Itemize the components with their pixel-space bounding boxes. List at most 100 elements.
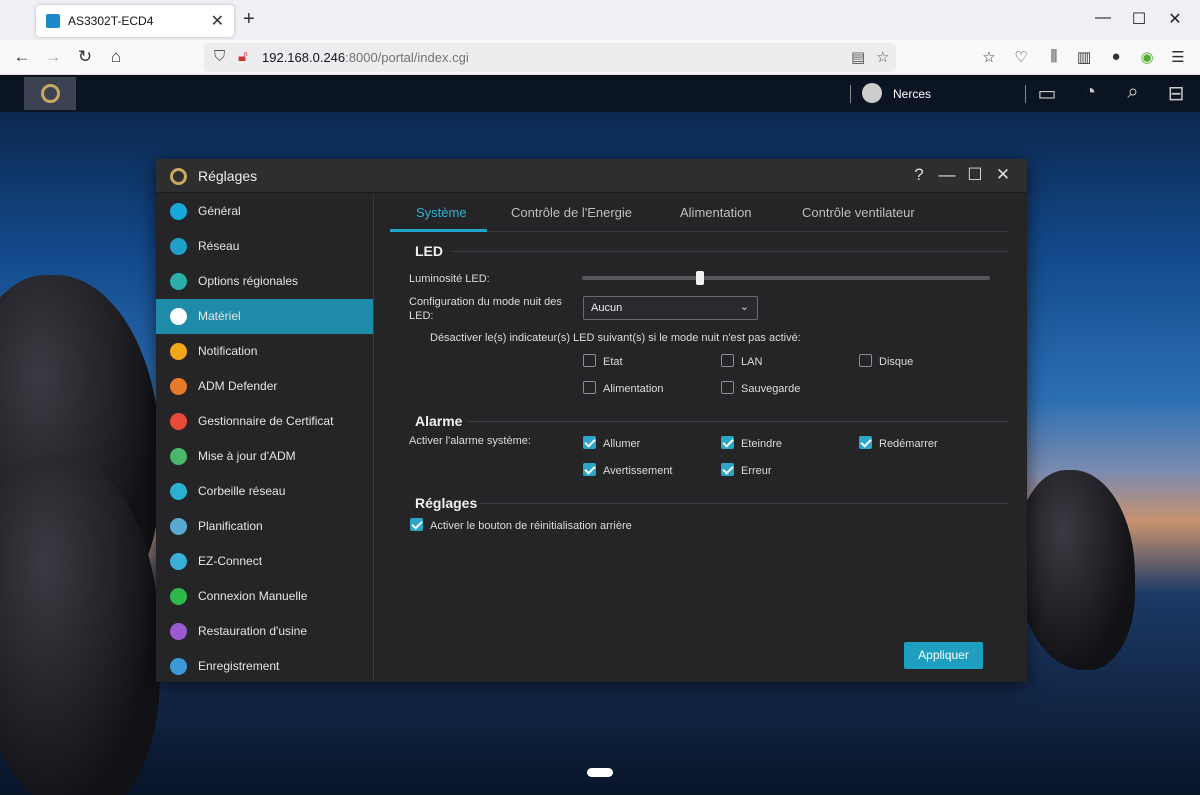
alarm-option-label: Allumer bbox=[603, 438, 641, 450]
browser-tab[interactable]: AS3302T-ECD4 ✕ bbox=[36, 5, 234, 37]
led-brightness-slider[interactable] bbox=[582, 276, 990, 280]
close-button[interactable]: ✕ bbox=[993, 165, 1013, 185]
led-brightness-label: Luminosité LED: bbox=[409, 273, 490, 285]
reader-view-icon[interactable]: ▤ bbox=[851, 48, 865, 66]
alarm-option-checkbox[interactable] bbox=[721, 463, 734, 476]
dashboard-icon[interactable]: ◔ bbox=[1078, 81, 1102, 104]
browser-close-button[interactable]: ✕ bbox=[1165, 9, 1185, 29]
tab-0[interactable]: Système bbox=[416, 205, 467, 220]
profile-icon[interactable]: ● bbox=[1106, 48, 1126, 65]
settings-gear-icon bbox=[170, 168, 187, 185]
home-icon[interactable]: ⌂ bbox=[105, 47, 127, 67]
adm-home-button[interactable] bbox=[24, 77, 76, 110]
bookmark-star-icon[interactable]: ☆ bbox=[876, 48, 889, 66]
led-disable-hint: Désactiver le(s) indicateur(s) LED suiva… bbox=[430, 332, 801, 344]
adm-taskbar: Nerces ▭ ◔ ⌕ ⊟ bbox=[0, 75, 1200, 112]
led-indicator-checkbox[interactable] bbox=[583, 381, 596, 394]
user-avatar-icon[interactable] bbox=[862, 83, 882, 103]
sidebar-item-hardware[interactable]: Matériel bbox=[156, 299, 373, 334]
browser-navbar: ← → ↻ ⌂ ⛉ 🔓︎ 192.168.0.246:8000/portal/i… bbox=[0, 40, 1200, 75]
alert-icon bbox=[170, 343, 187, 360]
extension-icon[interactable]: ▥ bbox=[1074, 48, 1094, 66]
minimize-button[interactable]: — bbox=[937, 165, 957, 185]
alarm-option-label: Redémarrer bbox=[879, 438, 938, 450]
window-title: Réglages bbox=[198, 168, 258, 184]
settings-panel-icon[interactable]: ⊟ bbox=[1164, 81, 1188, 106]
forward-arrow-icon[interactable]: → bbox=[42, 47, 64, 67]
night-mode-select[interactable]: Aucun ⌄ bbox=[583, 296, 758, 320]
alarm-option-checkbox[interactable] bbox=[721, 436, 734, 449]
sidebar-item-label: Restauration d'usine bbox=[198, 624, 308, 638]
reload-icon[interactable]: ↻ bbox=[74, 47, 96, 67]
tab-1[interactable]: Contrôle de l'Energie bbox=[511, 205, 632, 220]
sidebar-item-firewall[interactable]: ADM Defender bbox=[156, 369, 373, 404]
browser-maximize-button[interactable]: ☐ bbox=[1129, 9, 1149, 29]
register-icon bbox=[170, 658, 187, 675]
sidebar-item-label: Mise à jour d'ADM bbox=[198, 449, 296, 463]
reset-button-checkbox[interactable] bbox=[410, 518, 423, 531]
globe-icon bbox=[170, 238, 187, 255]
shield-icon[interactable]: ⛉ bbox=[214, 48, 225, 65]
sidebar-item-label: ADM Defender bbox=[198, 379, 278, 393]
pocket-icon[interactable]: ♡ bbox=[1011, 48, 1031, 66]
pocket-save-icon[interactable]: ☆ bbox=[979, 48, 999, 66]
dock-indicator[interactable] bbox=[587, 768, 613, 777]
led-indicator-checkbox[interactable] bbox=[583, 354, 596, 367]
menu-icon[interactable]: ☰ bbox=[1168, 48, 1188, 66]
apply-button[interactable]: Appliquer bbox=[904, 642, 983, 669]
sidebar-item-register[interactable]: Enregistrement bbox=[156, 649, 373, 684]
alarm-enable-label: Activer l'alarme système: bbox=[409, 435, 531, 447]
sidebar-item-region[interactable]: Options régionales bbox=[156, 264, 373, 299]
tab-2[interactable]: Alimentation bbox=[680, 205, 752, 220]
firewall-icon bbox=[170, 378, 187, 395]
search-icon[interactable]: ⌕ bbox=[1121, 81, 1145, 104]
sidebar-item-label: Planification bbox=[198, 519, 263, 533]
asustor-favicon-icon bbox=[46, 14, 60, 28]
sidebar-item-label: Général bbox=[198, 204, 241, 218]
led-indicator-checkbox[interactable] bbox=[859, 354, 872, 367]
led-brightness-slider-thumb[interactable] bbox=[696, 271, 705, 285]
help-button[interactable]: ? bbox=[909, 165, 929, 185]
maximize-button[interactable]: ☐ bbox=[965, 165, 985, 185]
night-mode-label: Configuration du mode nuit des LED: bbox=[409, 296, 562, 322]
content-tabs: Système Contrôle de l'Energie Alimentation… bbox=[390, 194, 1008, 232]
url-bar[interactable]: ⛉ 🔓︎ 192.168.0.246:8000/portal/index.cgi… bbox=[204, 43, 896, 72]
alarm-option-checkbox[interactable] bbox=[583, 436, 596, 449]
alarm-option-checkbox[interactable] bbox=[583, 463, 596, 476]
sidebar-item-schedule[interactable]: Planification bbox=[156, 509, 373, 544]
sidebar-item-general[interactable]: Général bbox=[156, 194, 373, 229]
chevron-down-icon: ⌄ bbox=[739, 301, 749, 313]
window-title-bar[interactable]: Réglages ? — ☐ ✕ bbox=[156, 159, 1027, 193]
divider bbox=[467, 421, 1008, 422]
message-icon[interactable]: ▭ bbox=[1035, 81, 1059, 106]
led-indicator-checkbox[interactable] bbox=[721, 354, 734, 367]
sidebar-item-restore[interactable]: Restauration d'usine bbox=[156, 614, 373, 649]
sidebar-item-alert[interactable]: Notification bbox=[156, 334, 373, 369]
sidebar-item-cloud[interactable]: EZ-Connect bbox=[156, 544, 373, 579]
insecure-lock-icon[interactable]: 🔓︎ bbox=[238, 48, 248, 65]
sidebar-item-certificate[interactable]: Gestionnaire de Certificat bbox=[156, 404, 373, 439]
back-arrow-icon[interactable]: ← bbox=[11, 47, 33, 67]
tab-title: AS3302T-ECD4 bbox=[68, 14, 154, 28]
settings-sidebar: Général Réseau Options régionales Matériel N… bbox=[156, 194, 374, 682]
cloud-icon bbox=[170, 553, 187, 570]
divider bbox=[451, 251, 1008, 252]
browser-minimize-button[interactable]: — bbox=[1093, 9, 1113, 27]
new-tab-button[interactable]: + bbox=[243, 8, 255, 31]
update-icon bbox=[170, 448, 187, 465]
sidebar-item-update[interactable]: Mise à jour d'ADM bbox=[156, 439, 373, 474]
sidebar-item-recycle[interactable]: Corbeille réseau bbox=[156, 474, 373, 509]
alarm-option-checkbox[interactable] bbox=[859, 436, 872, 449]
tab-close-icon[interactable]: ✕ bbox=[211, 11, 224, 31]
led-indicator-checkbox[interactable] bbox=[721, 381, 734, 394]
library-icon[interactable]: ⫼ bbox=[1044, 48, 1064, 65]
addon-icon[interactable]: ◉ bbox=[1137, 48, 1157, 66]
sidebar-item-label: Matériel bbox=[198, 309, 241, 323]
tab-3[interactable]: Contrôle ventilateur bbox=[802, 205, 915, 220]
sidebar-item-connection[interactable]: Connexion Manuelle bbox=[156, 579, 373, 614]
led-indicator-label: Disque bbox=[879, 356, 914, 368]
led-section-title: LED bbox=[415, 243, 443, 259]
certificate-icon bbox=[170, 413, 187, 430]
sidebar-item-globe[interactable]: Réseau bbox=[156, 229, 373, 264]
user-name[interactable]: Nerces bbox=[893, 87, 931, 101]
